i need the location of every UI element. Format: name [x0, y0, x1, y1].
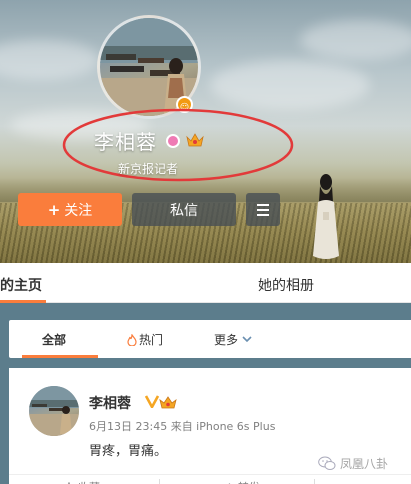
forward-button[interactable]: 转发 — [224, 479, 260, 484]
feed-filter-bar: 全部 热门 更多 — [9, 320, 411, 358]
wechat-watermark: 凤凰八卦 — [318, 455, 388, 472]
forward-label: 转发 — [238, 479, 260, 484]
chevron-down-icon — [242, 336, 252, 343]
hamburger-icon — [257, 203, 269, 206]
post-author-name[interactable]: 李相蓉 — [89, 393, 131, 413]
watermark-text: 凤凰八卦 — [340, 457, 389, 471]
filter-all-label: 全部 — [42, 333, 67, 347]
crown-badge-icon — [159, 396, 177, 409]
wechat-icon — [318, 456, 336, 470]
profile-name: 李相蓉 — [94, 130, 157, 154]
tab-album[interactable]: 她的相册 — [258, 275, 314, 295]
favorite-button[interactable]: 收藏 — [64, 479, 100, 484]
message-button[interactable]: 私信 — [132, 193, 236, 226]
favorite-label: 收藏 — [78, 479, 100, 484]
cover-figure — [313, 174, 339, 259]
crown-badge-icon — [186, 133, 204, 147]
post-text: 胃疼，胃痛。 — [89, 444, 168, 459]
post-timestamp: 6月13日 23:45 来自 iPhone 6s Plus — [89, 420, 276, 433]
active-filter-indicator — [22, 355, 98, 358]
action-divider — [314, 479, 315, 484]
more-menu-button[interactable] — [246, 193, 280, 226]
tab-home[interactable]: 的主页 — [0, 275, 42, 295]
message-label: 私信 — [170, 202, 198, 219]
post-author-avatar[interactable] — [29, 386, 79, 436]
filter-hot[interactable]: 热门 — [127, 331, 163, 348]
flame-icon — [127, 333, 137, 346]
plus-icon: + — [47, 200, 61, 219]
filter-more-label: 更多 — [214, 333, 239, 347]
filter-more[interactable]: 更多 — [214, 331, 252, 348]
profile-description: 新京报记者 — [118, 162, 179, 176]
follow-label: 关注 — [64, 202, 93, 219]
action-divider — [159, 479, 160, 484]
member-badge-icon — [166, 134, 180, 148]
active-tab-indicator — [0, 300, 46, 303]
filter-all[interactable]: 全部 — [42, 331, 66, 348]
follow-button[interactable]: + 关注 — [18, 193, 122, 226]
filter-hot-label: 热门 — [139, 333, 164, 347]
post-action-bar: 收藏 转发 — [9, 474, 411, 484]
profile-tab-bar: 的主页 她的相册 — [0, 263, 411, 303]
verified-v-icon — [145, 395, 159, 408]
